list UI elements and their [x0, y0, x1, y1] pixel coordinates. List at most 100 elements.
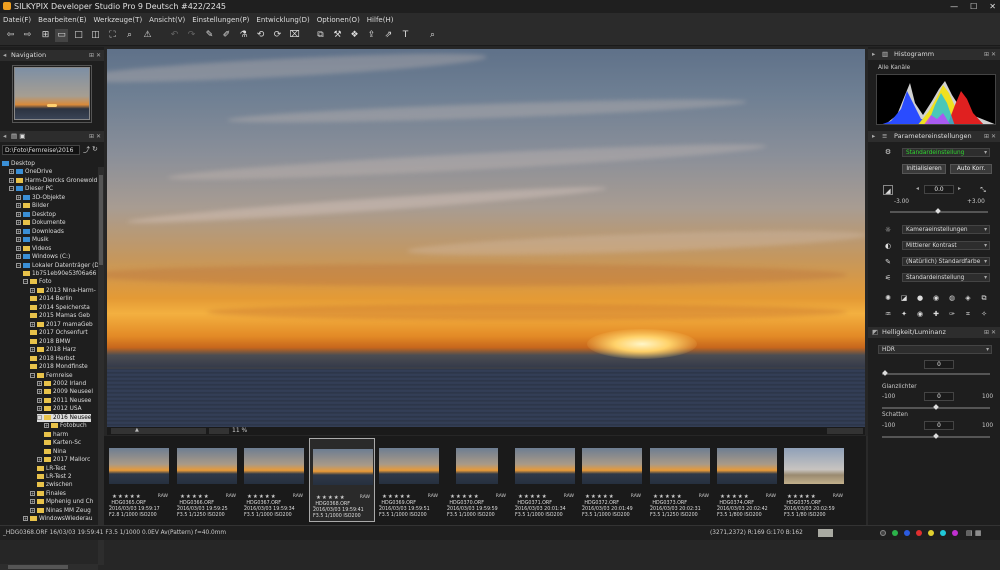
tree-item[interactable]: + Downloads	[16, 228, 64, 236]
contrast-icon[interactable]: ◐	[883, 241, 893, 251]
channel-label[interactable]: Alle Kanäle	[878, 65, 910, 71]
brush-icon[interactable]: ✑	[947, 309, 957, 319]
exposure-increase-icon[interactable]: ▸	[958, 186, 961, 192]
color-pen-icon[interactable]: ✎	[883, 257, 893, 267]
exposure-decrease-icon[interactable]: ◂	[916, 186, 919, 192]
filmstrip-thumb[interactable]: ★★★★★ RAW _HDG0370.ORF 2016/03/03 19:59:59 F…	[444, 438, 510, 522]
tree-item[interactable]: + Desktop	[16, 211, 56, 219]
expander-icon[interactable]: +	[44, 423, 49, 429]
export-icon[interactable]: ⇪	[365, 29, 378, 42]
filmstrip-thumb[interactable]: ★★★★★ RAW _HDG0373.ORF 2016/03/03 20:02:31 F…	[647, 438, 713, 522]
status-dot-green[interactable]	[892, 530, 898, 536]
collapse-arrow-icon[interactable]: ◂	[3, 131, 6, 142]
expander-icon[interactable]: +	[23, 516, 28, 522]
filmstrip-thumb[interactable]: ★★★★★ RAW _HDG0367.ORF 2016/03/03 19:59:34 F…	[241, 438, 307, 522]
tree-item[interactable]: + Harm-Diercks Gronewold	[9, 177, 97, 185]
status-dot-magenta[interactable]	[952, 530, 958, 536]
tree-item[interactable]: Karten-Sc	[44, 439, 81, 447]
expander-icon[interactable]: +	[9, 177, 14, 183]
menu-settings[interactable]: Einstellungen(P)	[192, 16, 249, 24]
auto-exposure-icon[interactable]: ⤡	[978, 185, 988, 195]
rotate-right-icon[interactable]: ⟳	[271, 29, 284, 42]
panel-pin-icon[interactable]: ⊞ ✕	[984, 49, 996, 60]
menu-view[interactable]: Ansicht(V)	[149, 16, 185, 24]
expander-icon[interactable]: +	[30, 287, 35, 293]
status-dot-1[interactable]	[880, 530, 886, 536]
stamp-icon[interactable]: ❖	[348, 29, 361, 42]
text-icon[interactable]: T	[399, 29, 412, 42]
expander-icon[interactable]: +	[16, 228, 21, 234]
exposure-icon[interactable]: ◢	[883, 185, 893, 195]
rating-stars[interactable]: ★★★★★	[112, 494, 142, 500]
expander-icon[interactable]: +	[30, 347, 35, 353]
expander-icon[interactable]: +	[16, 203, 21, 209]
close-button[interactable]: ✕	[989, 0, 996, 13]
saturation-icon[interactable]: ◍	[947, 293, 957, 303]
fullscreen-icon[interactable]: ⛶	[106, 29, 119, 42]
tree-item[interactable]: + Bilder	[16, 202, 49, 210]
expander-icon[interactable]: +	[16, 211, 21, 217]
tree-item[interactable]: + Ninas MM Zeug	[30, 507, 91, 515]
tree-item[interactable]: 2018 Mondfinste	[30, 363, 88, 371]
status-menu-icon[interactable]: ▤ ▦	[966, 526, 981, 540]
color-picker-icon[interactable]: ✐	[220, 29, 233, 42]
filmstrip-thumb[interactable]: ★★★★★ RAW _HDG0366.ORF 2016/03/03 19:59:25 F…	[174, 438, 240, 522]
expander-icon[interactable]: +	[30, 321, 35, 327]
filmstrip-thumb[interactable]: ★★★★★ RAW _HDG0368.ORF 2016/03/03 19:59:41 F…	[309, 438, 375, 522]
expander-icon[interactable]: +	[37, 397, 42, 403]
tree-item[interactable]: − Lokaler Datenträger (D:)	[16, 262, 103, 270]
tree-item[interactable]: +2012 USA	[37, 405, 82, 413]
tree-item[interactable]: +2013 Nina-Harm-	[30, 287, 96, 295]
tree-item[interactable]: + Windows (C:)	[16, 253, 70, 261]
tree-item[interactable]: − Fernreise	[30, 372, 73, 380]
noise-icon[interactable]: ♒	[883, 309, 893, 319]
rating-stars[interactable]: ★★★★★	[180, 494, 210, 500]
expander-icon[interactable]: +	[16, 220, 21, 226]
transform-icon[interactable]: ⧉	[979, 293, 989, 303]
tree-item[interactable]: +2018 Harz	[30, 346, 76, 354]
panel-pin-icon[interactable]: ⊞ ✕	[984, 327, 996, 338]
filmstrip-thumb[interactable]: ★★★★★ RAW _HDG0365.ORF 2016/03/03 19:59:17 F…	[106, 438, 172, 522]
tree-item[interactable]: 2017 Ochsenfurt	[30, 329, 88, 337]
tree-item[interactable]: − Foto	[23, 278, 52, 286]
initialize-button[interactable]: Initialisieren	[902, 164, 946, 174]
camera-settings-select[interactable]: Kameraeinstellungen ▾	[902, 225, 990, 234]
viewer-scrollbar[interactable]: ▲ 11 %	[107, 427, 865, 435]
status-dot-red[interactable]	[916, 530, 922, 536]
zoom-icon[interactable]: ⌕	[123, 29, 136, 42]
rating-stars[interactable]: ★★★★★	[316, 495, 346, 501]
panel-pin-icon[interactable]: ⊞ ✕	[984, 131, 996, 142]
menu-options[interactable]: Optionen(O)	[317, 16, 360, 24]
expander-icon[interactable]: +	[30, 490, 35, 496]
expander-icon[interactable]: +	[37, 389, 42, 395]
compare-view-icon[interactable]: ◫	[89, 29, 102, 42]
expander-icon[interactable]: +	[30, 499, 35, 505]
refresh-icon[interactable]: ↻	[92, 145, 98, 153]
shadows-value[interactable]: 0	[924, 421, 954, 430]
tree-item[interactable]: + WindowsWiederau	[23, 515, 93, 523]
menu-tools[interactable]: Werkzeuge(T)	[94, 16, 143, 24]
preset-select[interactable]: Standardeinstellung ▾	[902, 148, 990, 157]
redo-icon[interactable]: ↷	[185, 29, 198, 42]
expander-icon[interactable]: +	[16, 254, 21, 260]
single-view-icon[interactable]: □	[72, 29, 85, 42]
tree-item[interactable]: +2017 Mallorc	[37, 456, 90, 464]
tree-item[interactable]: +2017 mamaGeb	[30, 321, 93, 329]
contrast-select[interactable]: Mittlerer Kontrast ▾	[902, 241, 990, 250]
image-viewer[interactable]	[107, 49, 865, 427]
warning-icon[interactable]: ⚠	[141, 29, 154, 42]
tree-item[interactable]: + Videos	[16, 245, 51, 253]
menu-develop[interactable]: Entwicklung(D)	[256, 16, 309, 24]
undo-icon[interactable]: ↶	[168, 29, 181, 42]
crop-icon[interactable]: ⌧	[288, 29, 301, 42]
tree-hscrollbar[interactable]	[0, 564, 98, 570]
status-dot-cyan[interactable]	[940, 530, 946, 536]
healing-icon[interactable]: ✚	[931, 309, 941, 319]
color-select[interactable]: (Natürlich) Standardfarbe ▾	[902, 257, 990, 266]
expander-icon[interactable]: −	[37, 414, 42, 420]
tree-item[interactable]: Desktop	[2, 160, 35, 168]
tree-item[interactable]: 2014 Berlin	[30, 295, 72, 303]
expander-icon[interactable]: −	[30, 372, 35, 378]
eye-icon[interactable]: ◉	[915, 309, 925, 319]
rating-stars[interactable]: ★★★★★	[585, 494, 615, 500]
